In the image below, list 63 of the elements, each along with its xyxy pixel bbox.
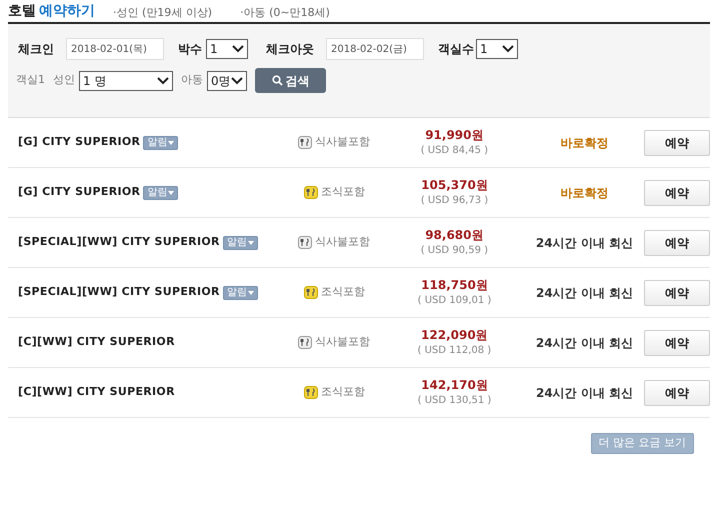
reserve-button[interactable]: 예약 xyxy=(644,230,710,256)
usd-price: ( USD 109,01 ) xyxy=(418,294,492,308)
usd-price: ( USD 130,51 ) xyxy=(418,394,492,408)
chevron-icon xyxy=(157,76,169,84)
meal-info: 식사불포함 xyxy=(315,334,370,350)
confirmation-status: 24시간 이내 회신 xyxy=(534,334,634,352)
room-price: 91,990원 xyxy=(425,126,484,142)
date-field[interactable]: 2018-02-02(금) xyxy=(326,38,424,60)
page-title-accent: 예약하기 xyxy=(39,4,95,18)
meal-info: 조식포함 xyxy=(320,184,365,200)
room-name: [G] CITY SUPERIOR xyxy=(18,184,140,200)
reserve-button[interactable]: 예약 xyxy=(644,180,710,206)
confirmation-status: 24시간 이내 회신 xyxy=(534,284,634,302)
room-price: 142,170원 xyxy=(421,376,488,392)
reserve-button[interactable]: 예약 xyxy=(644,280,710,306)
reserve-button[interactable]: 예약 xyxy=(644,130,710,156)
room-price: 98,680원 xyxy=(425,226,484,242)
reserve-button[interactable]: 예약 xyxy=(644,380,710,406)
age-note: ·아동 (0~만18세) xyxy=(240,7,330,18)
confirmation-status: 24시간 이내 회신 xyxy=(534,234,634,252)
room-price: 122,090원 xyxy=(421,326,488,342)
usd-price: ( USD 90,59 ) xyxy=(420,244,488,258)
meal-info: 식사불포함 xyxy=(315,134,370,150)
field-label: 성인 xyxy=(53,72,75,88)
search-icon xyxy=(272,75,282,86)
caret-icon xyxy=(168,190,174,194)
room-name: [G] CITY SUPERIOR xyxy=(18,134,140,150)
room-name: [C][WW] CITY SUPERIOR xyxy=(18,384,175,400)
page-title: 호텔 xyxy=(8,4,36,18)
caret-icon xyxy=(168,140,174,144)
confirmation-status: 24시간 이내 회신 xyxy=(534,384,634,402)
adults-select[interactable]: 1 명 xyxy=(79,70,173,90)
field-label: 체크인 xyxy=(18,41,54,58)
room-name: [C][WW] CITY SUPERIOR xyxy=(18,334,175,350)
room-name: [SPECIAL][WW] CITY SUPERIOR xyxy=(18,234,220,250)
nights-select[interactable]: 1 xyxy=(206,39,248,59)
caret-icon xyxy=(248,290,254,294)
caret-icon xyxy=(248,240,254,244)
room-price: 105,370원 xyxy=(421,176,488,192)
meal-info: 식사불포함 xyxy=(315,234,370,250)
field-label: 아동 xyxy=(181,72,203,88)
confirmation-status: 바로확정 xyxy=(559,134,610,152)
chevron-icon xyxy=(232,45,244,53)
children-select[interactable]: 0명 xyxy=(207,70,247,90)
age-note: ·성인 (만19세 이상) xyxy=(113,7,212,18)
usd-price: ( USD 96,73 ) xyxy=(420,194,488,208)
reserve-button[interactable]: 예약 xyxy=(644,330,710,356)
room-price: 118,750원 xyxy=(421,276,488,292)
meal-info: 조식포함 xyxy=(320,284,365,300)
field-label: 객실1 xyxy=(16,72,45,88)
date-field[interactable]: 2018-02-01(목) xyxy=(66,38,164,60)
field-label: 체크아웃 xyxy=(266,41,314,58)
confirmation-status: 바로확정 xyxy=(560,184,610,202)
search-button[interactable]: 검색 xyxy=(255,68,326,93)
meal-info: 조식포함 xyxy=(320,384,365,400)
rooms-select[interactable]: 1 xyxy=(476,39,518,59)
usd-price: ( USD 84,45 ) xyxy=(420,144,488,158)
chevron-icon xyxy=(502,45,514,53)
room-name: [SPECIAL][WW] CITY SUPERIOR xyxy=(18,284,220,300)
field-label: 객실수 xyxy=(438,41,474,58)
usd-price: ( USD 112,08 ) xyxy=(418,344,492,358)
field-label: 박수 xyxy=(178,41,202,58)
chevron-icon xyxy=(231,76,243,84)
